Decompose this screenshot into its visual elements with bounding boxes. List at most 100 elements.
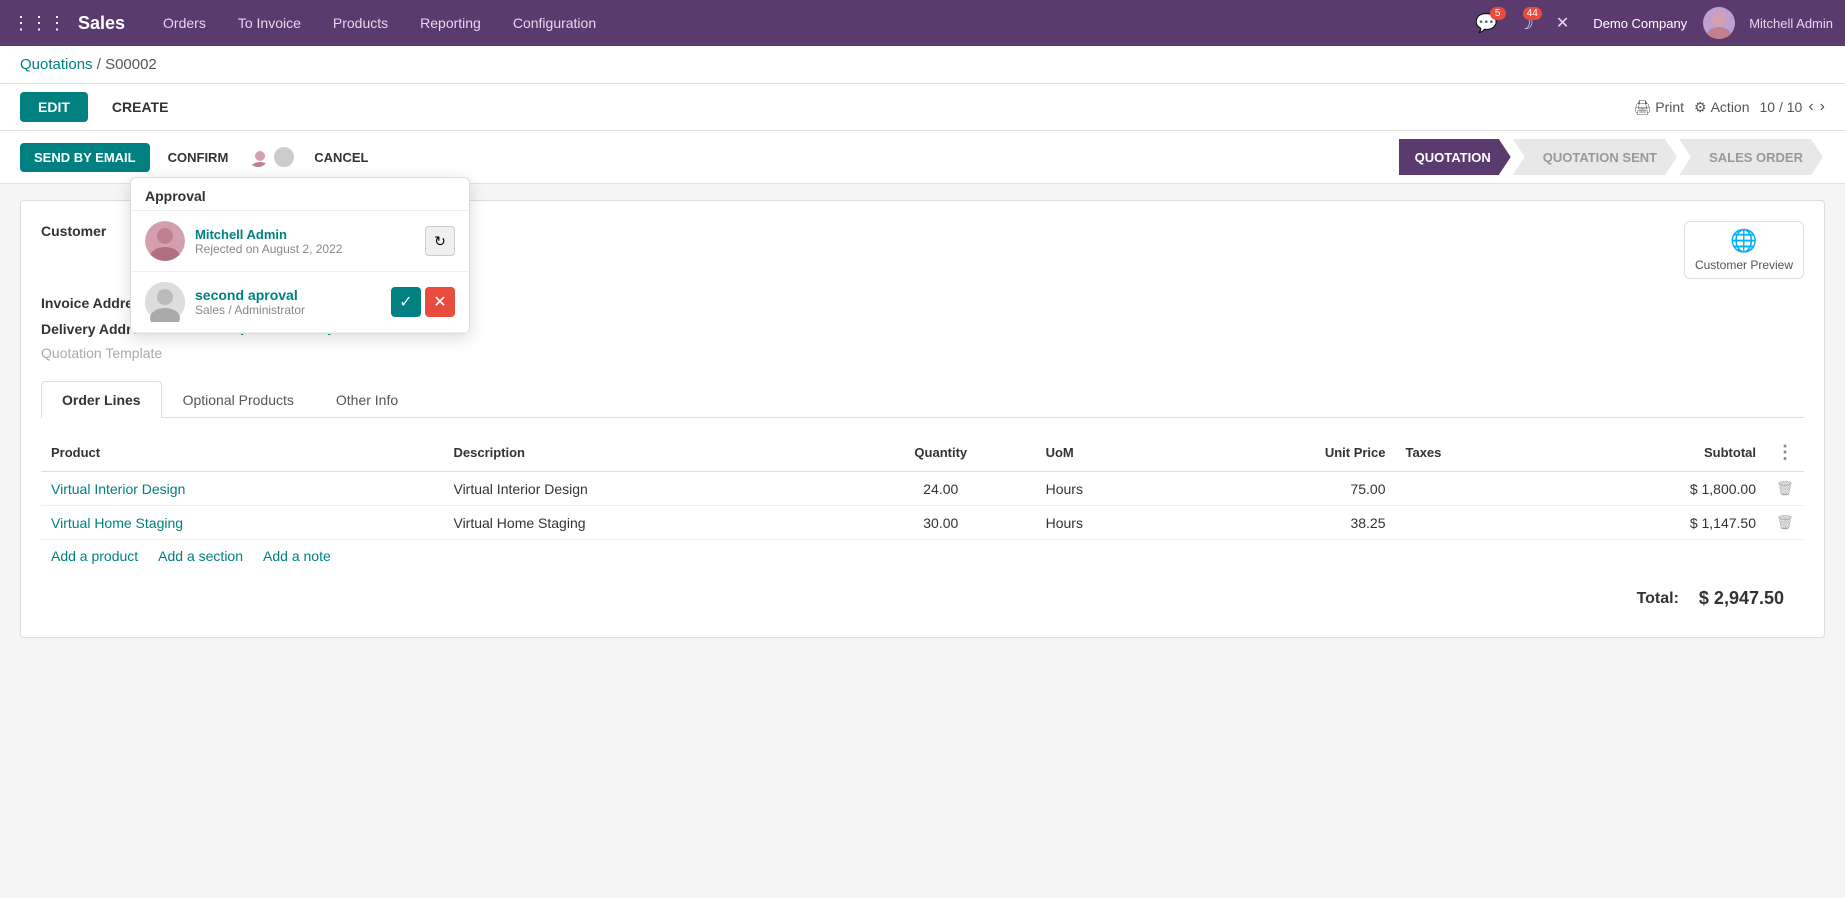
- customer-preview-button[interactable]: 🌐 Customer Preview: [1684, 221, 1804, 279]
- approval-popup: Approval Mitchell Admin Rejected on Augu…: [130, 177, 470, 334]
- tabs: Order Lines Optional Products Other Info: [41, 381, 1804, 418]
- approval-popup-header: Approval: [131, 178, 469, 211]
- approval-approve-button[interactable]: ✓: [391, 287, 421, 317]
- payment-terms-row: Payment Terms: [347, 245, 1684, 261]
- create-button[interactable]: CREATE: [98, 92, 183, 122]
- taxes-cell: [1396, 506, 1542, 540]
- taxes-cell: [1396, 472, 1542, 506]
- print-button[interactable]: 🖨 Print: [1633, 99, 1684, 116]
- quantity-cell: 30.00: [846, 506, 1036, 540]
- nav-to-invoice[interactable]: To Invoice: [224, 0, 315, 46]
- clock-icon[interactable]: ☽ 44: [1512, 9, 1540, 38]
- product-cell[interactable]: Virtual Home Staging: [41, 506, 443, 540]
- top-navigation: ⋮⋮⋮ Sales Orders To Invoice Products Rep…: [0, 0, 1845, 46]
- add-section-link[interactable]: Add a section: [158, 548, 243, 564]
- add-note-link[interactable]: Add a note: [263, 548, 331, 564]
- nav-reporting[interactable]: Reporting: [406, 0, 495, 46]
- messages-icon[interactable]: 💬 5: [1469, 9, 1503, 38]
- quotation-template-placeholder[interactable]: Quotation Template: [41, 345, 162, 361]
- column-menu-icon[interactable]: ⋮: [1776, 442, 1794, 462]
- pager: 10 / 10 ‹ ›: [1760, 98, 1825, 116]
- pipeline-quotation[interactable]: QUOTATION: [1399, 139, 1511, 175]
- product-cell[interactable]: Virtual Interior Design: [41, 472, 443, 506]
- subtotal-cell: $ 1,147.50: [1541, 506, 1766, 540]
- col-unit-price: Unit Price: [1185, 434, 1395, 472]
- pipeline-sales-order[interactable]: SALES ORDER: [1679, 139, 1823, 175]
- gear-icon: ⚙: [1694, 99, 1707, 116]
- pager-prev[interactable]: ‹: [1808, 98, 1813, 116]
- status-pipeline: QUOTATION QUOTATION SENT SALES ORDER: [1399, 139, 1825, 175]
- company-name: Demo Company: [1593, 16, 1687, 31]
- delete-row-icon[interactable]: 🗑: [1776, 514, 1794, 530]
- uom-cell: Hours: [1036, 506, 1186, 540]
- approval-refresh-button[interactable]: ↻: [425, 226, 455, 256]
- action-label: Action: [1711, 99, 1750, 115]
- nav-orders[interactable]: Orders: [149, 0, 220, 46]
- breadcrumb-current: S00002: [105, 56, 157, 73]
- approval-avatar-1: [246, 145, 270, 169]
- confirm-button[interactable]: CONFIRM: [158, 143, 239, 172]
- description-cell: Virtual Interior Design: [443, 472, 845, 506]
- tab-order-lines[interactable]: Order Lines: [41, 381, 162, 418]
- close-icon[interactable]: ✕: [1556, 13, 1569, 33]
- add-links: Add a product Add a section Add a note: [41, 540, 1804, 572]
- approval-item-1: Mitchell Admin Rejected on August 2, 202…: [131, 211, 469, 272]
- description-cell: Virtual Home Staging: [443, 506, 845, 540]
- approval-item-2-avatar: [145, 282, 185, 322]
- action-button[interactable]: ⚙ Action: [1694, 99, 1749, 116]
- approval-reject-button[interactable]: ✕: [425, 287, 455, 317]
- quotation-template-row: Quotation Template: [41, 345, 1804, 361]
- pipeline-quotation-sent[interactable]: QUOTATION SENT: [1513, 139, 1677, 175]
- approval-item-2: second aproval Sales / Administrator ✓ ✕: [131, 272, 469, 333]
- subtotal-cell: $ 1,800.00: [1541, 472, 1766, 506]
- edit-button[interactable]: EDIT: [20, 92, 88, 122]
- nav-configuration[interactable]: Configuration: [499, 0, 610, 46]
- col-taxes: Taxes: [1396, 434, 1542, 472]
- breadcrumb: Quotations / S00002: [0, 46, 1845, 84]
- right-form-col: Expiration Payment Terms: [347, 221, 1684, 269]
- tab-optional-products[interactable]: Optional Products: [162, 381, 315, 418]
- delete-row-icon[interactable]: 🗑: [1776, 480, 1794, 496]
- tab-other-info[interactable]: Other Info: [315, 381, 419, 418]
- send-by-email-button[interactable]: SEND BY EMAIL: [20, 143, 150, 172]
- breadcrumb-parent[interactable]: Quotations: [20, 56, 93, 73]
- col-quantity: Quantity: [846, 434, 1036, 472]
- print-label: Print: [1655, 99, 1684, 115]
- total-value: $ 2,947.50: [1699, 588, 1784, 609]
- col-uom: UoM: [1036, 434, 1186, 472]
- approval-item-1-info: Mitchell Admin Rejected on August 2, 202…: [195, 227, 415, 256]
- add-product-link[interactable]: Add a product: [51, 548, 138, 564]
- approval-item-1-status: Rejected on August 2, 2022: [195, 242, 415, 256]
- uom-cell: Hours: [1036, 472, 1186, 506]
- user-avatar[interactable]: [1703, 7, 1735, 39]
- table-row: Virtual Home Staging Virtual Home Stagin…: [41, 506, 1804, 540]
- status-bar: SEND BY EMAIL CONFIRM CANCEL QUOTATION Q…: [0, 131, 1845, 184]
- right-icons: 💬 5 ☽ 44 ✕ Demo Company Mitchell Admin: [1469, 7, 1833, 39]
- total-label: Total:: [1637, 590, 1679, 608]
- approval-item-2-name: second aproval: [195, 287, 381, 303]
- apps-icon[interactable]: ⋮⋮⋮: [12, 13, 66, 34]
- customer-preview-label: Customer Preview: [1695, 258, 1793, 272]
- pager-next[interactable]: ›: [1820, 98, 1825, 116]
- approval-avatars: [246, 145, 296, 169]
- pager-text: 10 / 10: [1760, 99, 1803, 115]
- globe-icon: 🌐: [1730, 228, 1757, 254]
- approval-avatar-2: [272, 145, 296, 169]
- col-subtotal: Subtotal: [1541, 434, 1766, 472]
- nav-products[interactable]: Products: [319, 0, 402, 46]
- approval-item-2-info: second aproval Sales / Administrator: [195, 287, 381, 317]
- approval-item-2-actions: ✓ ✕: [391, 287, 455, 317]
- col-product: Product: [41, 434, 443, 472]
- col-description: Description: [443, 434, 845, 472]
- total-row: Total: $ 2,947.50: [41, 572, 1804, 617]
- unit-price-cell: 75.00: [1185, 472, 1395, 506]
- approval-item-1-avatar: [145, 221, 185, 261]
- approval-item-1-name: Mitchell Admin: [195, 227, 415, 242]
- breadcrumb-separator: /: [97, 56, 105, 73]
- clock-badge: 44: [1523, 7, 1542, 20]
- cancel-button[interactable]: CANCEL: [304, 143, 378, 172]
- printer-icon: 🖨: [1633, 99, 1651, 116]
- order-table: Product Description Quantity UoM Unit Pr…: [41, 434, 1804, 540]
- approval-item-2-role: Sales / Administrator: [195, 303, 381, 317]
- user-name: Mitchell Admin: [1749, 16, 1833, 31]
